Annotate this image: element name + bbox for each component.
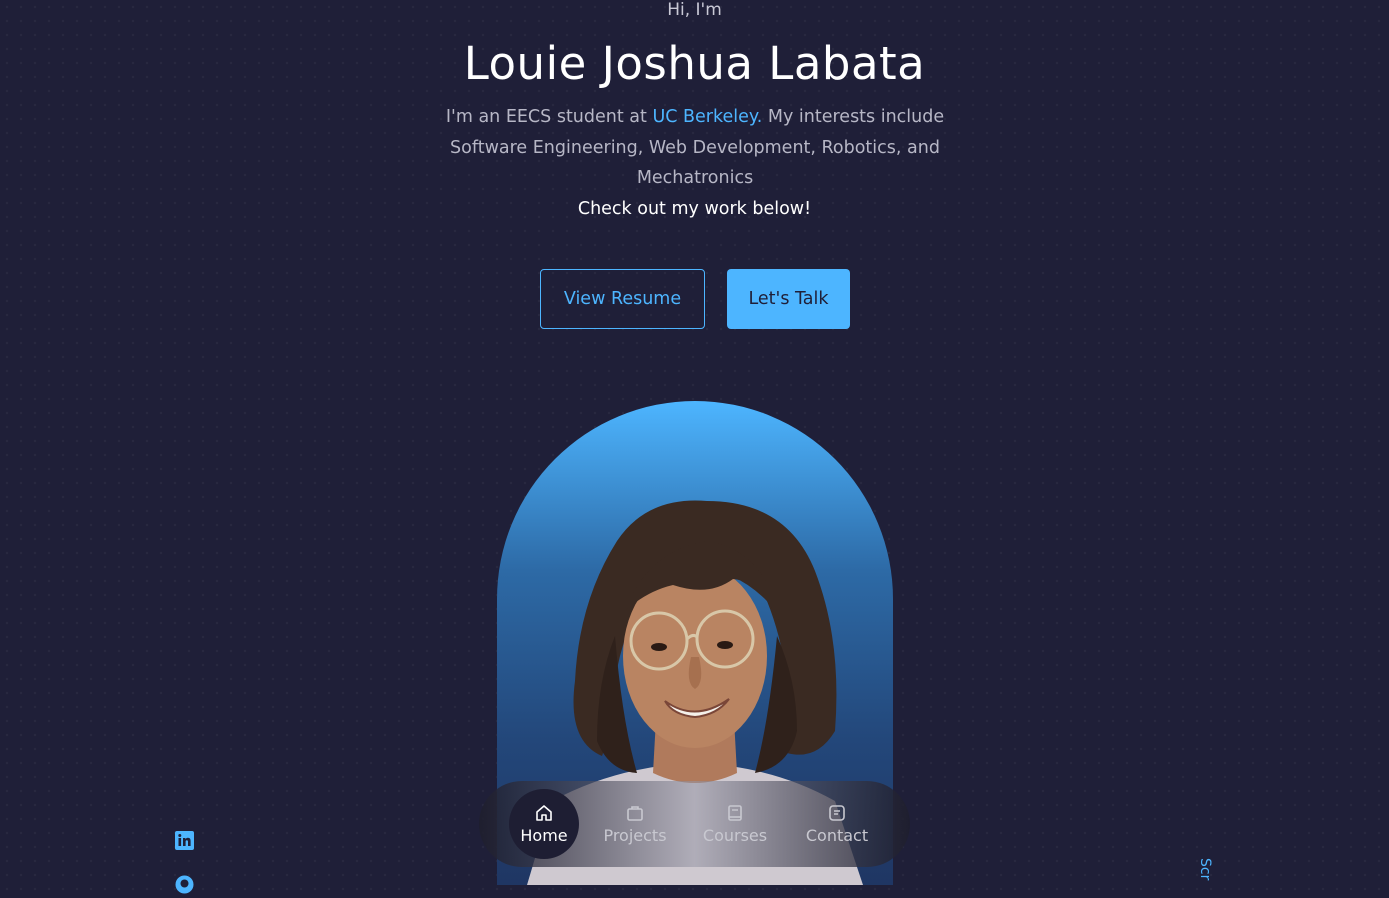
bottom-nav: Home Projects Courses Contact — [479, 781, 910, 867]
page-title: Louie Joshua Labata — [463, 37, 926, 90]
nav-item-projects[interactable]: Projects — [597, 789, 673, 859]
lets-talk-button[interactable]: Let's Talk — [727, 269, 850, 329]
university-link[interactable]: UC Berkeley. — [652, 107, 762, 127]
cta-text: Check out my work below! — [577, 199, 812, 219]
nav-item-contact[interactable]: Contact — [797, 789, 877, 859]
linkedin-icon — [175, 831, 194, 850]
nav-item-home[interactable]: Home — [509, 789, 579, 859]
nav-item-courses[interactable]: Courses — [695, 789, 775, 859]
book-icon — [728, 805, 742, 821]
home-icon — [536, 805, 552, 821]
linkedin-link[interactable] — [175, 831, 194, 854]
message-icon — [829, 805, 845, 821]
bio-text: I'm an EECS student at UC Berkeley. My i… — [440, 102, 950, 194]
nav-label-home: Home — [520, 826, 568, 845]
bio-prefix: I'm an EECS student at — [445, 107, 653, 127]
scroll-down-link[interactable]: Scr — [1197, 858, 1213, 880]
nav-label-courses: Courses — [702, 826, 768, 845]
nav-label-projects: Projects — [603, 826, 667, 845]
github-link[interactable] — [175, 875, 194, 898]
briefcase-icon — [627, 806, 643, 821]
greeting-text: Hi, I'm — [667, 0, 722, 20]
nav-label-contact: Contact — [805, 826, 869, 845]
view-resume-button[interactable]: View Resume — [540, 269, 705, 329]
